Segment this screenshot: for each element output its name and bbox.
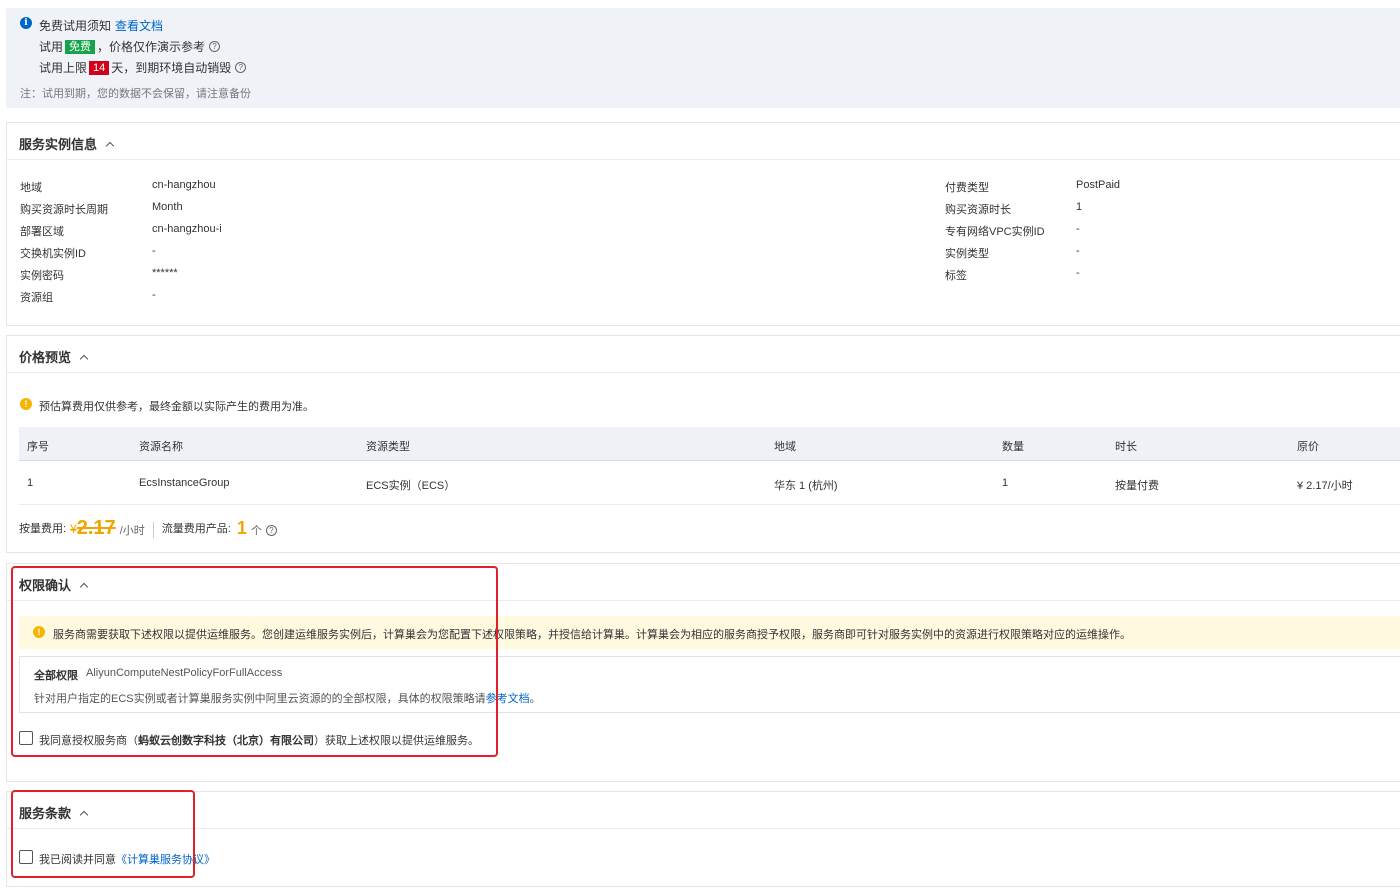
info-label: 交换机实例ID (20, 248, 86, 260)
column-header: 原价 (1297, 441, 1319, 453)
help-icon[interactable]: ? (235, 62, 247, 73)
summary-currency: ¥ (70, 522, 77, 536)
summary-unit: /小时 (119, 525, 145, 537)
column-header: 时长 (1115, 441, 1137, 453)
row1-suffix: ，价格仅作演示参考 (97, 40, 206, 54)
info-value: PostPaid (1076, 179, 1121, 191)
info-label: 付费类型 (945, 182, 989, 194)
price-preview-header[interactable]: 价格预览 (19, 347, 89, 366)
table-cell: 1 (1002, 477, 1009, 489)
info-value: - (1076, 245, 1080, 257)
column-header: 序号 (27, 441, 49, 453)
trial-free-row: 试用 免费 ，价格仅作演示参考 ? (39, 38, 221, 55)
column-header: 资源名称 (139, 441, 183, 453)
info-value: - (1076, 267, 1080, 279)
notice-title: 免费试用须知 查看文档 (39, 17, 163, 34)
divider (7, 159, 1400, 160)
row2-suffix: 天，到期环境自动销毁 (111, 61, 232, 75)
info-value: cn-hangzhou (152, 179, 216, 191)
info-label: 部署区域 (20, 226, 64, 238)
info-value: cn-hangzhou-i (152, 223, 222, 235)
column-header: 地域 (774, 441, 796, 453)
chevron-up-icon (79, 354, 89, 363)
highlight-box (11, 790, 195, 878)
divider (7, 828, 1400, 829)
separator (152, 522, 154, 538)
divider (7, 372, 1400, 373)
info-label: 实例类型 (945, 248, 989, 260)
info-label: 资源组 (20, 292, 53, 304)
info-value: - (152, 289, 156, 301)
table-cell: 华东 1 (杭州) (774, 480, 838, 492)
price-preview-card: 价格预览 ! 预估算费用仅供参考，最终金额以实际产生的费用为准。 序号 资源名称 资… (6, 335, 1400, 553)
policy-desc-end: 。 (529, 693, 541, 705)
row1-prefix: 试用 (39, 40, 64, 54)
column-header: 数量 (1002, 441, 1024, 453)
table-cell: EcsInstanceGroup (139, 477, 230, 489)
info-value: 1 (1076, 201, 1083, 213)
free-badge: 免费 (65, 39, 96, 54)
table-cell: 按量付费 (1115, 480, 1159, 492)
info-value: - (1076, 223, 1080, 235)
trial-limit-row: 试用上限 14 天，到期环境自动销毁 ? (39, 59, 247, 76)
info-label: 标签 (945, 270, 967, 282)
table-cell: ¥ 2.17/小时 (1297, 480, 1353, 492)
info-label: 购买资源时长 (945, 204, 1011, 216)
row2-prefix: 试用上限 (39, 61, 88, 75)
view-doc-link[interactable]: 查看文档 (115, 19, 163, 33)
help-icon[interactable]: ? (265, 525, 277, 536)
service-info-card: 服务实例信息 地域 cn-hangzhou 购买资源时长周期 Month 部署区域 cn-… (6, 122, 1400, 326)
help-icon[interactable]: ? (209, 41, 221, 52)
warning-icon: ! (20, 398, 32, 410)
price-summary: 按量费用: ¥ 2.17 /小时 流量费用产品: 1 个 ? (19, 516, 277, 538)
highlight-box (11, 566, 498, 757)
info-label: 购买资源时长周期 (20, 204, 108, 216)
section-title: 价格预览 (19, 350, 72, 365)
info-value: ****** (152, 267, 178, 279)
info-icon: i (20, 17, 32, 29)
notice-footnote: 注：试用到期，您的数据不会保留，请注意备份 (20, 88, 251, 100)
info-value: - (152, 245, 156, 257)
table-header: 序号 资源名称 资源类型 地域 数量 时长 原价 (19, 427, 1400, 461)
info-value: Month (152, 201, 183, 213)
table-cell: ECS实例（ECS） (366, 480, 456, 492)
table-row: 1 EcsInstanceGroup ECS实例（ECS） 华东 1 (杭州) 1 按量付… (19, 461, 1400, 505)
traffic-label: 流量费用产品: (161, 523, 231, 535)
info-label: 专有网络VPC实例ID (945, 226, 1045, 238)
terms-card: 服务条款 我已阅读并同意《计算巢服务协议》 (6, 791, 1400, 887)
summary-amount: 2.17 (76, 517, 116, 539)
traffic-count: 1 (236, 518, 247, 538)
notice-title-text: 免费试用须知 (39, 19, 112, 33)
info-label: 实例密码 (20, 270, 64, 282)
summary-label: 按量费用: (19, 523, 67, 535)
traffic-unit: 个 (250, 525, 262, 537)
section-title: 服务实例信息 (19, 137, 98, 152)
info-label: 地域 (20, 182, 42, 194)
service-info-header[interactable]: 服务实例信息 (19, 134, 115, 153)
trial-notice: i 免费试用须知 查看文档 试用 免费 ，价格仅作演示参考 ? 试用上限 14 天… (6, 8, 1400, 108)
column-header: 资源类型 (366, 441, 410, 453)
table-cell: 1 (27, 477, 34, 489)
chevron-up-icon (105, 141, 115, 150)
price-warning-text: 预估算费用仅供参考，最终金额以实际产生的费用为准。 (39, 401, 314, 413)
days-badge: 14 (89, 60, 110, 75)
